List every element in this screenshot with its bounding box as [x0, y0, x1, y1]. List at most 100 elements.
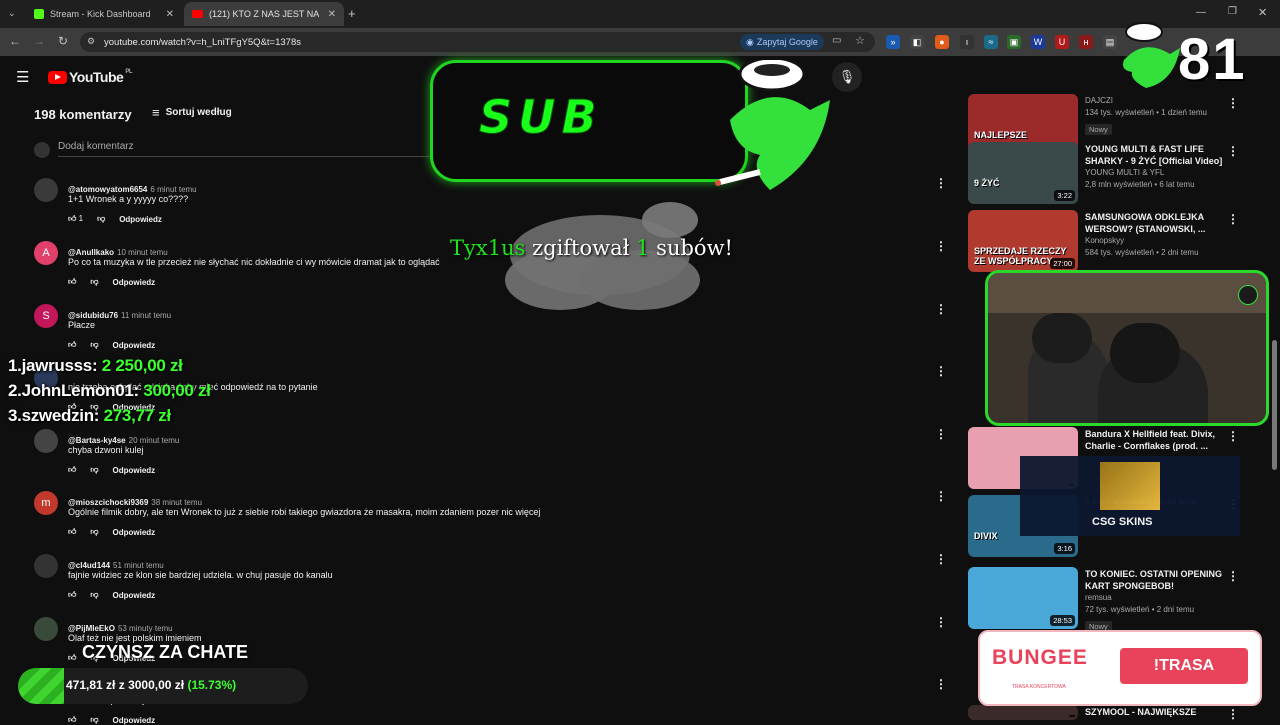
like-button[interactable]: 👍︎ [68, 277, 76, 287]
extension-icon[interactable]: ◧ [910, 35, 924, 49]
reply-button[interactable]: Odpowiedz [113, 466, 156, 475]
reply-button[interactable]: Odpowiedz [119, 215, 162, 224]
like-button[interactable]: 👍︎ [68, 653, 76, 663]
video-title[interactable]: TO KONIEC. OSTATNI OPENING KART SPONGEBO… [1085, 568, 1225, 592]
dislike-icon[interactable]: 👎︎ [97, 214, 105, 224]
back-icon[interactable]: ← [7, 34, 23, 48]
forward-icon[interactable]: → [31, 34, 47, 48]
extension-icon[interactable]: » [886, 35, 900, 49]
comment-time[interactable]: 53 minuty temu [118, 624, 173, 633]
dislike-icon[interactable]: 👎︎ [90, 590, 98, 600]
comment-time[interactable]: 10 minut temu [117, 248, 168, 257]
close-tab-icon[interactable]: ✕ [166, 9, 174, 20]
comment-author[interactable]: @Bartas-ky4se [68, 436, 126, 445]
comment-avatar[interactable]: S [34, 304, 58, 328]
ublock-icon[interactable]: U [1055, 35, 1069, 49]
comment-time[interactable]: 11 minut temu [121, 311, 171, 320]
comment-more-icon[interactable]: ⋮ [935, 552, 947, 566]
comment-more-icon[interactable]: ⋮ [935, 176, 947, 190]
video-channel[interactable]: Konopskyy [1085, 235, 1225, 247]
video-thumbnail[interactable]: SPRZEDAJE RZECZY ZE WSPÓŁPRACY 27:00 [968, 210, 1078, 272]
comment-more-icon[interactable]: ⋮ [935, 239, 947, 253]
comment-time[interactable]: 38 minut temu [151, 498, 202, 507]
comment-more-icon[interactable]: ⋮ [935, 427, 947, 441]
minimize-icon[interactable]: — [1196, 7, 1206, 18]
extension-icon[interactable]: ≈ [984, 35, 998, 49]
video-thumbnail[interactable] [968, 705, 1078, 720]
comment-time[interactable]: 51 minut temu [113, 561, 164, 570]
close-window-icon[interactable]: ✕ [1258, 6, 1267, 19]
like-button[interactable]: 👍︎ [68, 590, 76, 600]
comment-avatar[interactable] [34, 554, 58, 578]
comment-more-icon[interactable]: ⋮ [935, 615, 947, 629]
tab-youtube-video[interactable]: (121) KTO Z NAS JEST NAJGŁUP ✕ [184, 2, 344, 26]
comment-time[interactable]: 6 minut temu [150, 185, 196, 194]
like-button[interactable]: 👍︎ [68, 465, 76, 475]
comment-author[interactable]: @PijMleEkO [68, 624, 115, 633]
video-more-icon[interactable]: ⋮ [1227, 212, 1239, 226]
video-thumbnail[interactable]: 9 ŻYĆ 3:22 [968, 142, 1078, 204]
extension-icon[interactable]: ı [960, 35, 974, 49]
like-button[interactable]: 👍︎ [68, 715, 76, 725]
video-more-icon[interactable]: ⋮ [1227, 707, 1239, 721]
cast-icon[interactable]: ▭ [832, 35, 841, 46]
comment-avatar[interactable]: m [34, 491, 58, 515]
video-thumbnail[interactable]: 28:53 [968, 567, 1078, 629]
comment-time[interactable]: 20 minut temu [129, 436, 180, 445]
sort-button[interactable]: ≡ Sortuj według [152, 105, 232, 120]
comment-author[interactable]: @cl4ud144 [68, 561, 110, 570]
comment-author[interactable]: @atomowyatom6654 [68, 185, 147, 194]
reply-button[interactable]: Odpowiedz [113, 341, 156, 350]
video-title[interactable]: Bandura X Hellfield feat. Divix, Charlie… [1085, 428, 1225, 452]
comment-more-icon[interactable]: ⋮ [935, 489, 947, 503]
video-title[interactable]: YOUNG MULTI & FAST LIFE SHARKY - 9 ŻYĆ [… [1085, 143, 1225, 167]
dislike-icon[interactable]: 👎︎ [90, 465, 98, 475]
google-translate-button[interactable]: ◉ Zapytaj Google [740, 34, 824, 50]
video-more-icon[interactable]: ⋮ [1227, 429, 1239, 443]
extension-icon[interactable]: ʜ [1079, 35, 1093, 49]
video-title[interactable]: SAMSUNGOWA ODKLEJKA WERSOW? (STANOWSKI, … [1085, 211, 1225, 235]
page-scrollbar[interactable] [1272, 340, 1277, 470]
comment-more-icon[interactable]: ⋮ [935, 302, 947, 316]
tab-search-chevron-icon[interactable]: ⌄ [8, 8, 16, 19]
youtube-logo[interactable]: YouTube PL [48, 69, 132, 85]
dislike-icon[interactable]: 👎︎ [90, 340, 98, 350]
dislike-icon[interactable]: 👎︎ [90, 277, 98, 287]
url-text[interactable]: youtube.com/watch?v=h_LniTFgY5Q&t=1378s [104, 37, 301, 48]
site-info-icon[interactable]: ⚙ [87, 36, 95, 47]
video-channel[interactable]: remsua [1085, 592, 1225, 604]
reply-button[interactable]: Odpowiedz [113, 716, 156, 725]
close-tab-icon[interactable]: ✕ [328, 9, 336, 20]
hamburger-menu-icon[interactable]: ☰ [16, 68, 29, 86]
restore-icon[interactable]: ❐ [1228, 6, 1237, 17]
comment-more-icon[interactable]: ⋮ [935, 677, 947, 691]
video-channel[interactable]: DAJCZI [1085, 95, 1225, 107]
dislike-icon[interactable]: 👎︎ [90, 715, 98, 725]
dislike-icon[interactable]: 👎︎ [90, 527, 98, 537]
extension-icon[interactable]: ▣ [1007, 35, 1021, 49]
extension-icon[interactable]: ● [935, 35, 949, 49]
like-button[interactable]: 👍︎ [68, 527, 76, 537]
video-more-icon[interactable]: ⋮ [1227, 96, 1239, 110]
like-button[interactable]: 👍︎ [68, 340, 76, 350]
comment-author[interactable]: @sidubidu76 [68, 311, 118, 320]
comment-avatar[interactable] [34, 178, 58, 202]
like-button[interactable]: 👍︎ 1 [68, 214, 83, 224]
reply-button[interactable]: Odpowiedz [113, 591, 156, 600]
reply-button[interactable]: Odpowiedz [113, 278, 156, 287]
comment-avatar[interactable] [34, 429, 58, 453]
add-comment-input[interactable]: Dodaj komentarz [58, 141, 134, 152]
video-more-icon[interactable]: ⋮ [1227, 569, 1239, 583]
reply-button[interactable]: Odpowiedz [113, 528, 156, 537]
new-tab-icon[interactable]: + [348, 6, 356, 21]
video-channel[interactable]: YOUNG MULTI & YFL [1085, 167, 1225, 179]
comment-avatar[interactable] [34, 617, 58, 641]
video-title[interactable]: SZYMOOL - NAJWIĘKSZE [1085, 706, 1225, 718]
tab-kick-dashboard[interactable]: Stream - Kick Dashboard ✕ [26, 2, 182, 26]
comment-author[interactable]: @Anullkako [68, 248, 114, 257]
comment-more-icon[interactable]: ⋮ [935, 364, 947, 378]
comment-avatar[interactable]: A [34, 241, 58, 265]
video-more-icon[interactable]: ⋮ [1227, 144, 1239, 158]
reload-icon[interactable]: ↻ [55, 34, 71, 48]
extension-icon[interactable]: W [1031, 35, 1045, 49]
